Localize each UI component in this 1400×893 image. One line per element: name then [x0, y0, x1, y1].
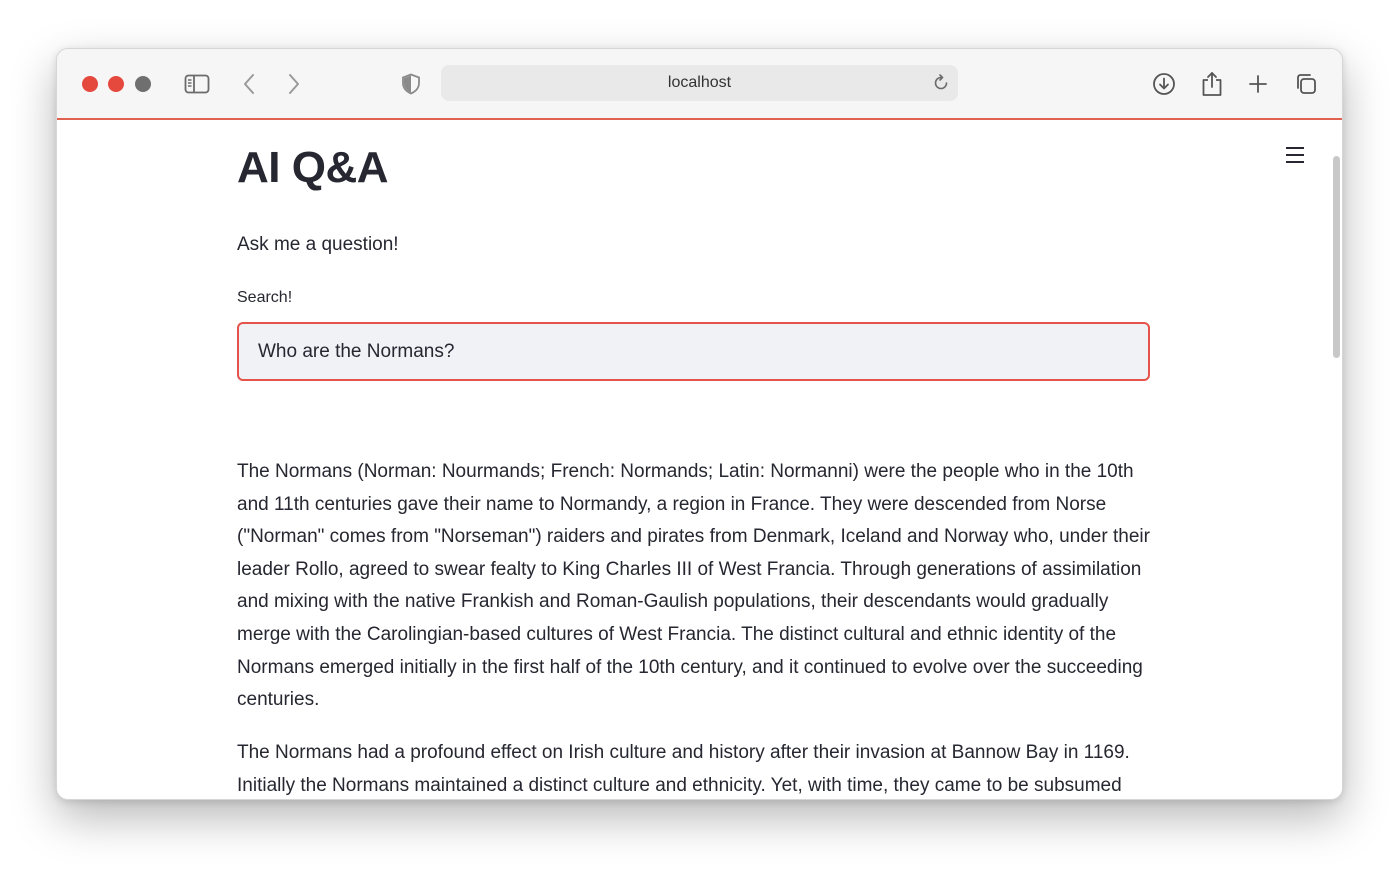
forward-icon[interactable] [279, 69, 309, 99]
search-input[interactable] [258, 324, 1118, 379]
back-icon[interactable] [234, 69, 264, 99]
url-text: localhost [667, 74, 732, 91]
minimize-window-button[interactable] [108, 76, 124, 92]
hamburger-menu-icon[interactable] [1283, 145, 1307, 165]
answer-paragraph: The Normans had a profound effect on Iri… [237, 742, 1130, 796]
browser-toolbar: localhost [57, 49, 1342, 118]
share-icon[interactable] [1197, 69, 1227, 99]
close-window-button[interactable] [82, 76, 98, 92]
tabs-overview-icon[interactable] [1291, 69, 1321, 99]
sidebar-icon[interactable] [182, 69, 212, 99]
page-title: AI Q&A [237, 143, 389, 192]
search-label: Search! [237, 289, 293, 306]
answer-paragraph: The Normans (Norman: Nourmands; French: … [237, 461, 1150, 711]
address-bar[interactable]: localhost [441, 65, 958, 101]
download-icon[interactable] [1149, 69, 1179, 99]
shield-icon[interactable] [396, 69, 426, 99]
zoom-window-button[interactable] [135, 76, 151, 92]
reload-icon[interactable] [932, 74, 950, 92]
page-scrollbar[interactable] [1333, 156, 1340, 358]
page-content: AI Q&A Ask me a question! Search! The No… [57, 120, 1342, 799]
new-tab-icon[interactable] [1243, 69, 1273, 99]
browser-window: localhost AI Q&A Ask me a question! Sear… [56, 48, 1343, 800]
page-subtitle: Ask me a question! [237, 234, 399, 255]
search-field[interactable] [237, 322, 1150, 381]
